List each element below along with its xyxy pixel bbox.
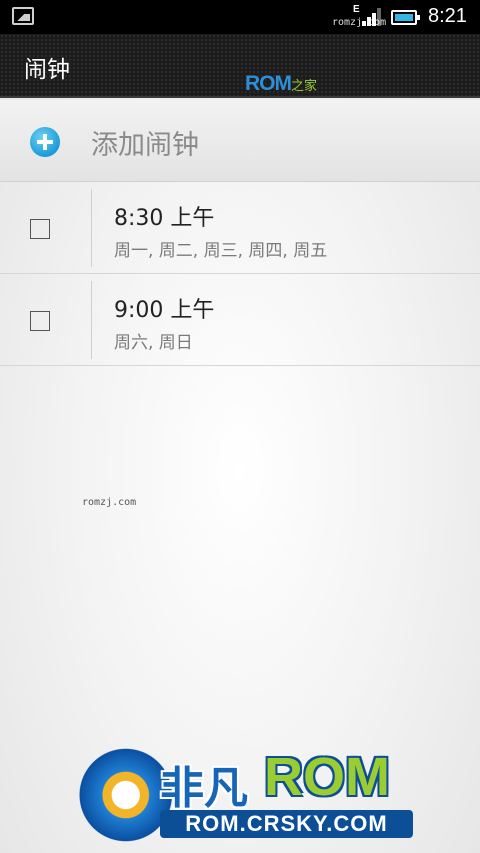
network-type-indicator: E [353, 4, 360, 15]
alarm-item[interactable]: 8:30 上午 周一, 周二, 周三, 周四, 周五 [0, 182, 480, 274]
status-time: 8:21 [428, 5, 467, 27]
logo-sub: 之家 [291, 78, 318, 93]
battery-icon [391, 10, 420, 25]
alarm-days: 周六, 周日 [114, 333, 193, 353]
status-bar: romzj.com E 8:21 [0, 0, 480, 34]
add-circle-icon [30, 127, 60, 157]
romzj-logo: ROM之家 [245, 72, 317, 96]
alarm-list: 8:30 上午 周一, 周二, 周三, 周四, 周五 9:00 上午 周六, 周… [0, 182, 480, 366]
alarm-enable-checkbox[interactable] [30, 311, 50, 331]
action-bar: 闹钟 ROM之家 [0, 34, 480, 98]
brand-swirl-icon [68, 745, 173, 845]
brand-url: ROM.CRSKY.COM [160, 810, 413, 838]
alarm-time: 9:00 上午 [114, 298, 215, 323]
alarm-time: 8:30 上午 [114, 206, 215, 231]
alarm-days: 周一, 周二, 周三, 周四, 周五 [114, 241, 328, 261]
brand-rom-text: ROM [264, 747, 390, 807]
signal-icon [362, 8, 382, 26]
logo-main: ROM [245, 72, 292, 95]
content-watermark: romzj.com [82, 497, 137, 508]
divider [91, 281, 92, 359]
add-alarm-button[interactable]: 添加闹钟 [0, 100, 480, 182]
page-title: 闹钟 [24, 57, 70, 83]
crsky-brand-logo: 非凡 ROM ROM.CRSKY.COM [68, 740, 413, 850]
divider [91, 189, 92, 267]
alarm-enable-checkbox[interactable] [30, 219, 50, 239]
gallery-notification-icon [12, 7, 34, 25]
alarm-item[interactable]: 9:00 上午 周六, 周日 [0, 274, 480, 366]
brand-cn-text: 非凡 [160, 763, 248, 814]
add-alarm-label: 添加闹钟 [91, 130, 199, 161]
